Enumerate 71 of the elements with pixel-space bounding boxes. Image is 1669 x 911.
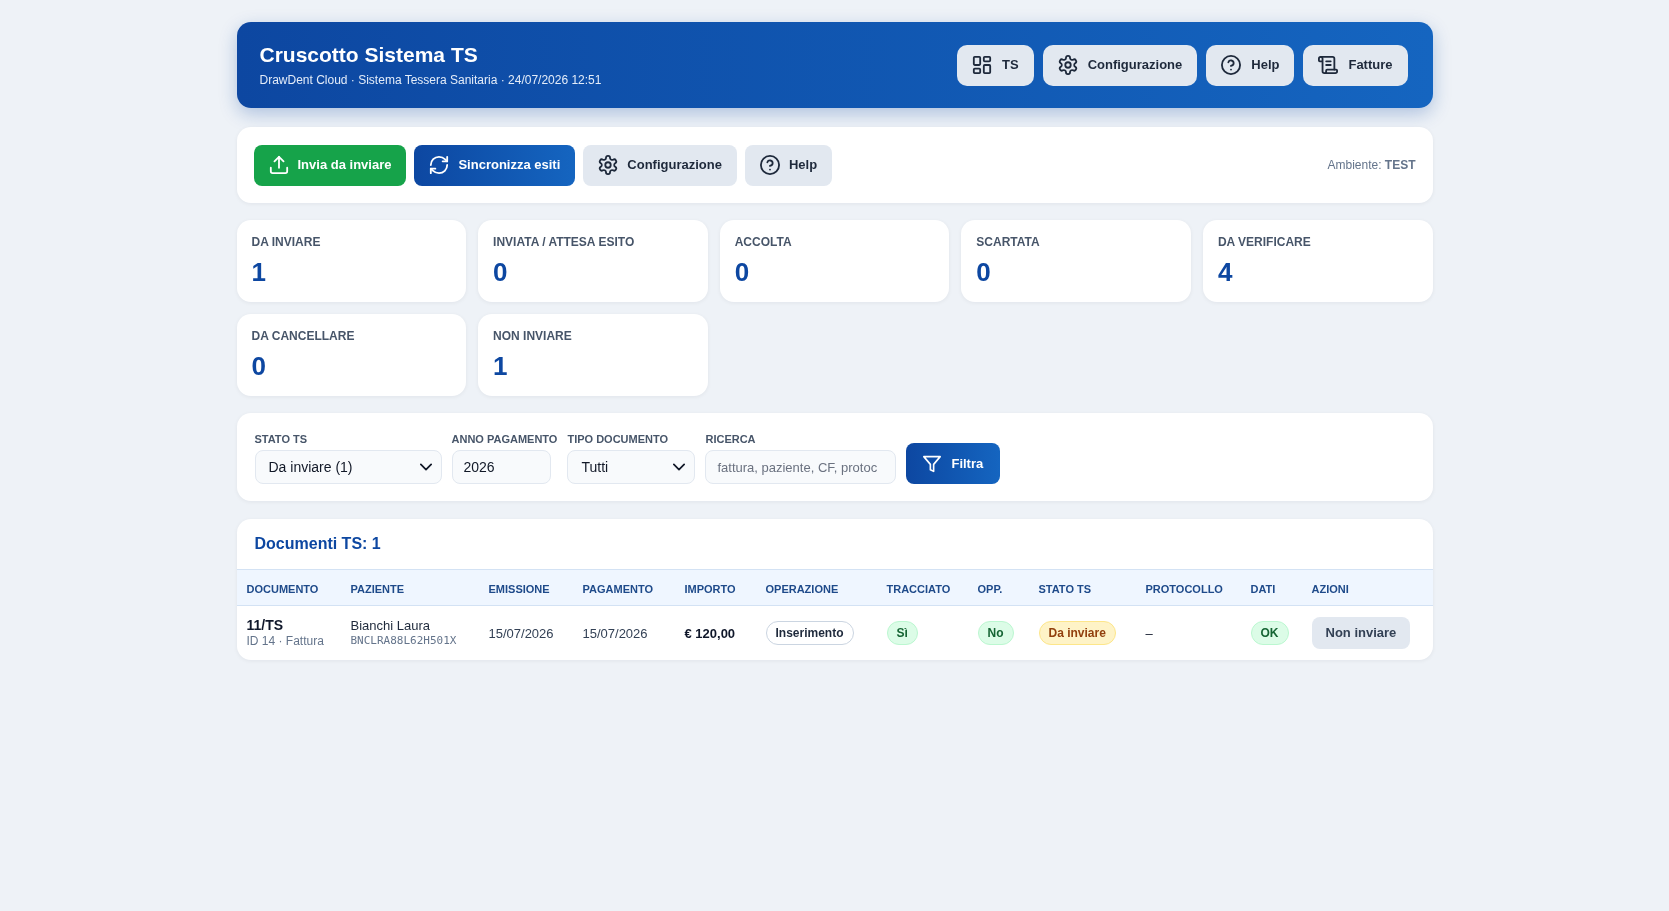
chevron-down-icon: [419, 463, 432, 471]
field-label: ANNO PAGAMENTO: [451, 432, 558, 446]
field-label: RICERCA: [705, 432, 756, 446]
stat-label: SCARTATA: [976, 235, 1040, 249]
stat-value: 1: [251, 257, 266, 287]
stat-value: 0: [493, 257, 508, 287]
chevron-down-icon: [673, 463, 686, 471]
filter-icon: [923, 454, 942, 473]
data-badge: OK: [1250, 621, 1289, 646]
table-cell: –: [1145, 625, 1153, 641]
stat-label: DA INVIARE: [251, 235, 321, 249]
settings-button[interactable]: Configurazione: [583, 144, 737, 186]
table-title: Documenti TS: 1: [254, 534, 381, 554]
operation-badge: Inserimento: [765, 621, 854, 646]
column-header: EMISSIONE: [488, 582, 550, 595]
column-header: AZIONI: [1311, 582, 1349, 595]
invoices-button[interactable]: Fatture: [1303, 44, 1408, 86]
upload-icon: [268, 155, 289, 175]
opposition-badge: No: [977, 621, 1014, 646]
help-icon: [759, 155, 780, 175]
column-header: IMPORTO: [684, 582, 736, 595]
stat-label: ACCOLTA: [734, 235, 792, 249]
column-header: OPERAZIONE: [765, 582, 839, 595]
page-title: Cruscotto Sistema TS: [259, 42, 479, 68]
environment-label: Ambiente: TEST: [1327, 157, 1416, 174]
table-cell: 15/07/2026: [582, 625, 648, 641]
settings-icon: [598, 155, 619, 175]
stat-value: 1: [493, 351, 508, 381]
stat-label: DA CANCELLARE: [251, 329, 355, 343]
field-label: STATO TS: [254, 432, 308, 446]
page-subtitle: DrawDent Cloud · Sistema Tessera Sanitaria · 24/07/2026 12:51: [259, 72, 602, 88]
stat-value: 0: [734, 257, 750, 287]
help-icon: [1221, 55, 1242, 75]
column-header: TRACCIATO: [886, 582, 951, 595]
settings-icon: [1057, 55, 1078, 75]
settings-button[interactable]: Configurazione: [1042, 44, 1198, 86]
stat-label: DA VERIFICARE: [1217, 235, 1311, 249]
tax-code: BNCLRA88L62H501X: [350, 634, 457, 649]
column-header: PAZIENTE: [350, 582, 405, 595]
stat-label: NON INVIARE: [493, 329, 572, 343]
field-label: TIPO DOCUMENTO: [567, 432, 669, 446]
column-header: DOCUMENTO: [246, 582, 319, 595]
table-cell: € 120,00: [684, 625, 736, 641]
help-button[interactable]: Help: [1206, 44, 1295, 86]
grid-icon: [972, 55, 993, 75]
document-number: 11/TS: [246, 616, 284, 634]
patient-name: Bianchi Laura: [350, 617, 430, 635]
tracking-badge: Sì: [886, 621, 918, 646]
document-icon: [1318, 55, 1339, 75]
filter-button[interactable]: Filtra: [906, 443, 1001, 484]
column-header: PROTOCOLLO: [1145, 582, 1223, 595]
year-field[interactable]: 2026: [451, 450, 551, 484]
table-cell: 15/07/2026: [488, 625, 554, 641]
help-button[interactable]: Help: [744, 144, 833, 186]
status-badge: Da inviare: [1038, 621, 1116, 646]
column-header: STATO TS: [1038, 582, 1092, 595]
search-field[interactable]: fattura, paziente, CF, protoc: [705, 450, 897, 484]
stat-label: INVIATA / ATTESA ESITO: [493, 235, 635, 249]
document-type-select[interactable]: Tutti: [567, 450, 696, 484]
column-header: DATI: [1250, 582, 1276, 595]
sync-button[interactable]: Sincronizza esiti: [414, 144, 576, 186]
document-detail: ID 14 · Fattura: [246, 633, 324, 649]
stat-value: 0: [976, 257, 991, 287]
column-header: OPP.: [977, 582, 1003, 595]
stat-value: 0: [251, 351, 266, 381]
column-header: PAGAMENTO: [582, 582, 653, 595]
skip-send-button[interactable]: Non inviare: [1311, 616, 1411, 649]
ts-button[interactable]: TS: [957, 44, 1034, 86]
refresh-icon: [429, 155, 450, 175]
status-select[interactable]: Da inviare (1): [254, 450, 442, 484]
stat-value: 4: [1217, 257, 1233, 287]
